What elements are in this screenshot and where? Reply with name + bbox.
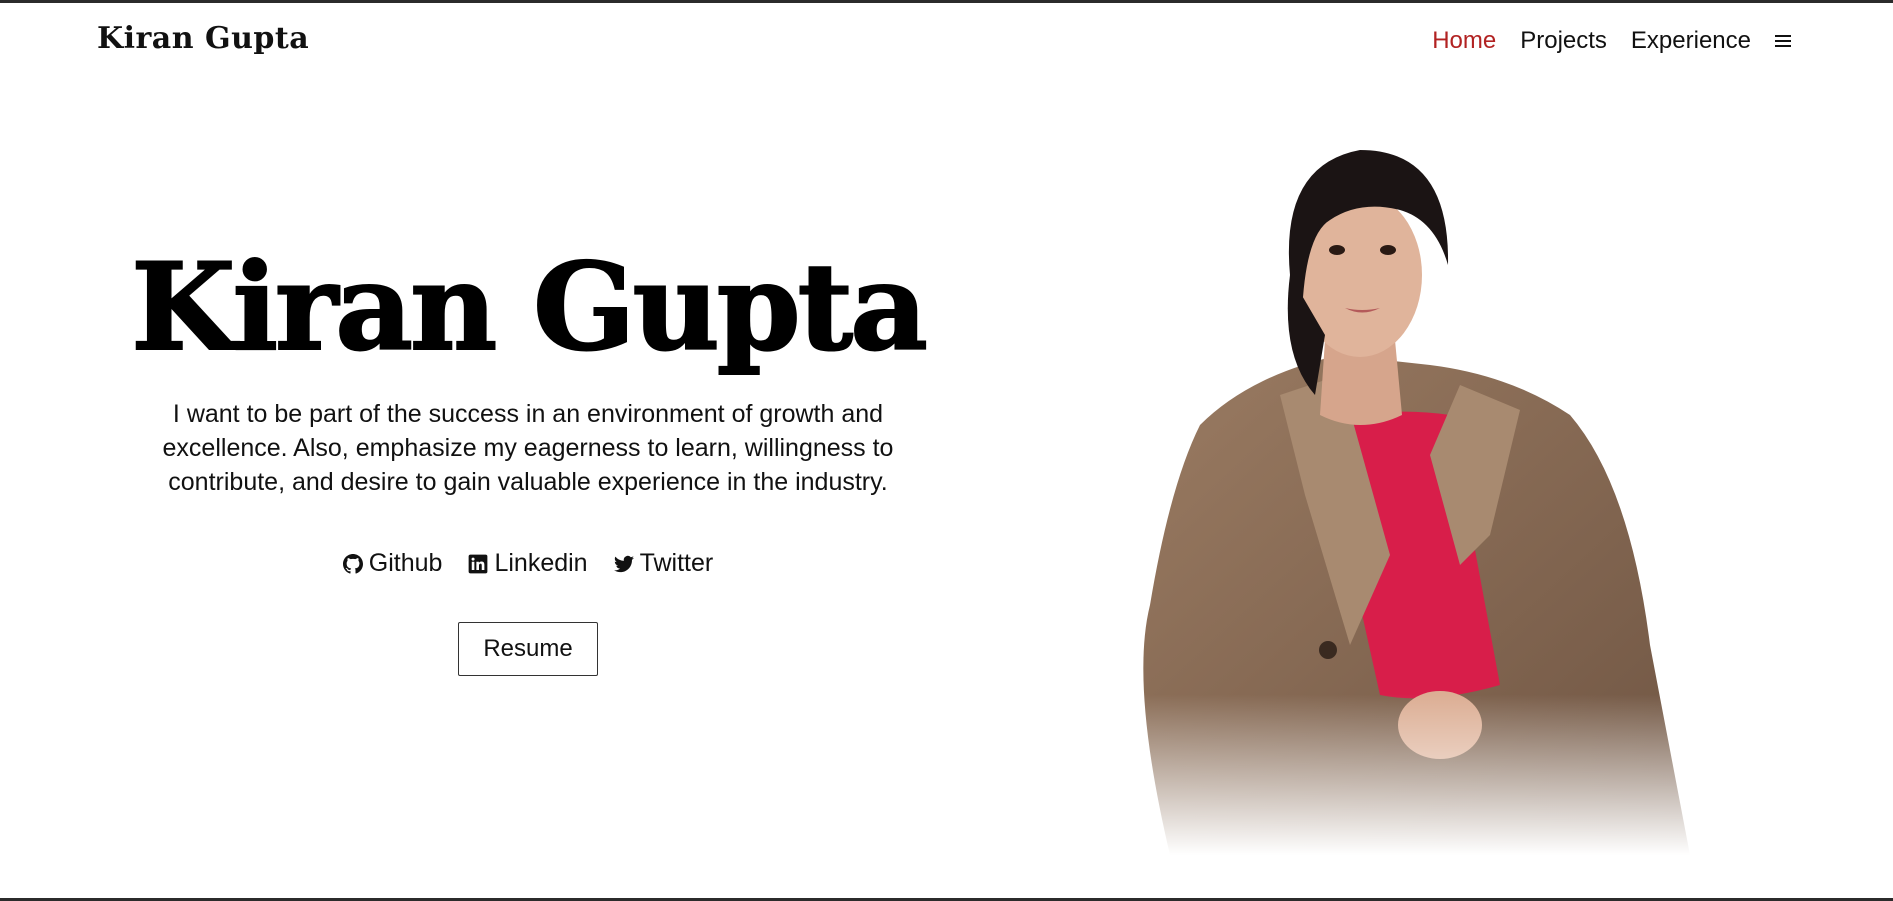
hero-section: Kiran Gupta I want to be part of the suc… bbox=[108, 237, 948, 676]
social-links: Github Linkedin Twitter bbox=[108, 549, 948, 578]
twitter-link[interactable]: Twitter bbox=[613, 549, 714, 578]
twitter-icon bbox=[613, 555, 634, 572]
navbar: Kiran Gupta Home Projects Experience bbox=[0, 3, 1893, 83]
nav-link-projects[interactable]: Projects bbox=[1520, 27, 1607, 55]
github-link[interactable]: Github bbox=[342, 549, 443, 578]
portrait-illustration bbox=[1130, 125, 1700, 855]
nav-link-home[interactable]: Home bbox=[1432, 27, 1496, 55]
hero-title: Kiran Gupta bbox=[130, 237, 929, 378]
linkedin-label: Linkedin bbox=[494, 549, 588, 577]
github-icon bbox=[342, 553, 363, 574]
twitter-label: Twitter bbox=[639, 549, 714, 577]
linkedin-icon bbox=[469, 554, 488, 573]
profile-photo bbox=[1130, 125, 1700, 855]
hero-tagline: I want to be part of the success in an e… bbox=[162, 400, 894, 496]
nav-links: Home Projects Experience bbox=[1432, 27, 1797, 55]
hamburger-menu-icon[interactable] bbox=[1775, 30, 1797, 52]
brand-logo[interactable]: Kiran Gupta bbox=[97, 21, 309, 56]
github-label: Github bbox=[368, 549, 443, 577]
nav-link-experience[interactable]: Experience bbox=[1631, 27, 1751, 55]
linkedin-link[interactable]: Linkedin bbox=[468, 549, 588, 578]
resume-button[interactable]: Resume bbox=[458, 622, 598, 676]
